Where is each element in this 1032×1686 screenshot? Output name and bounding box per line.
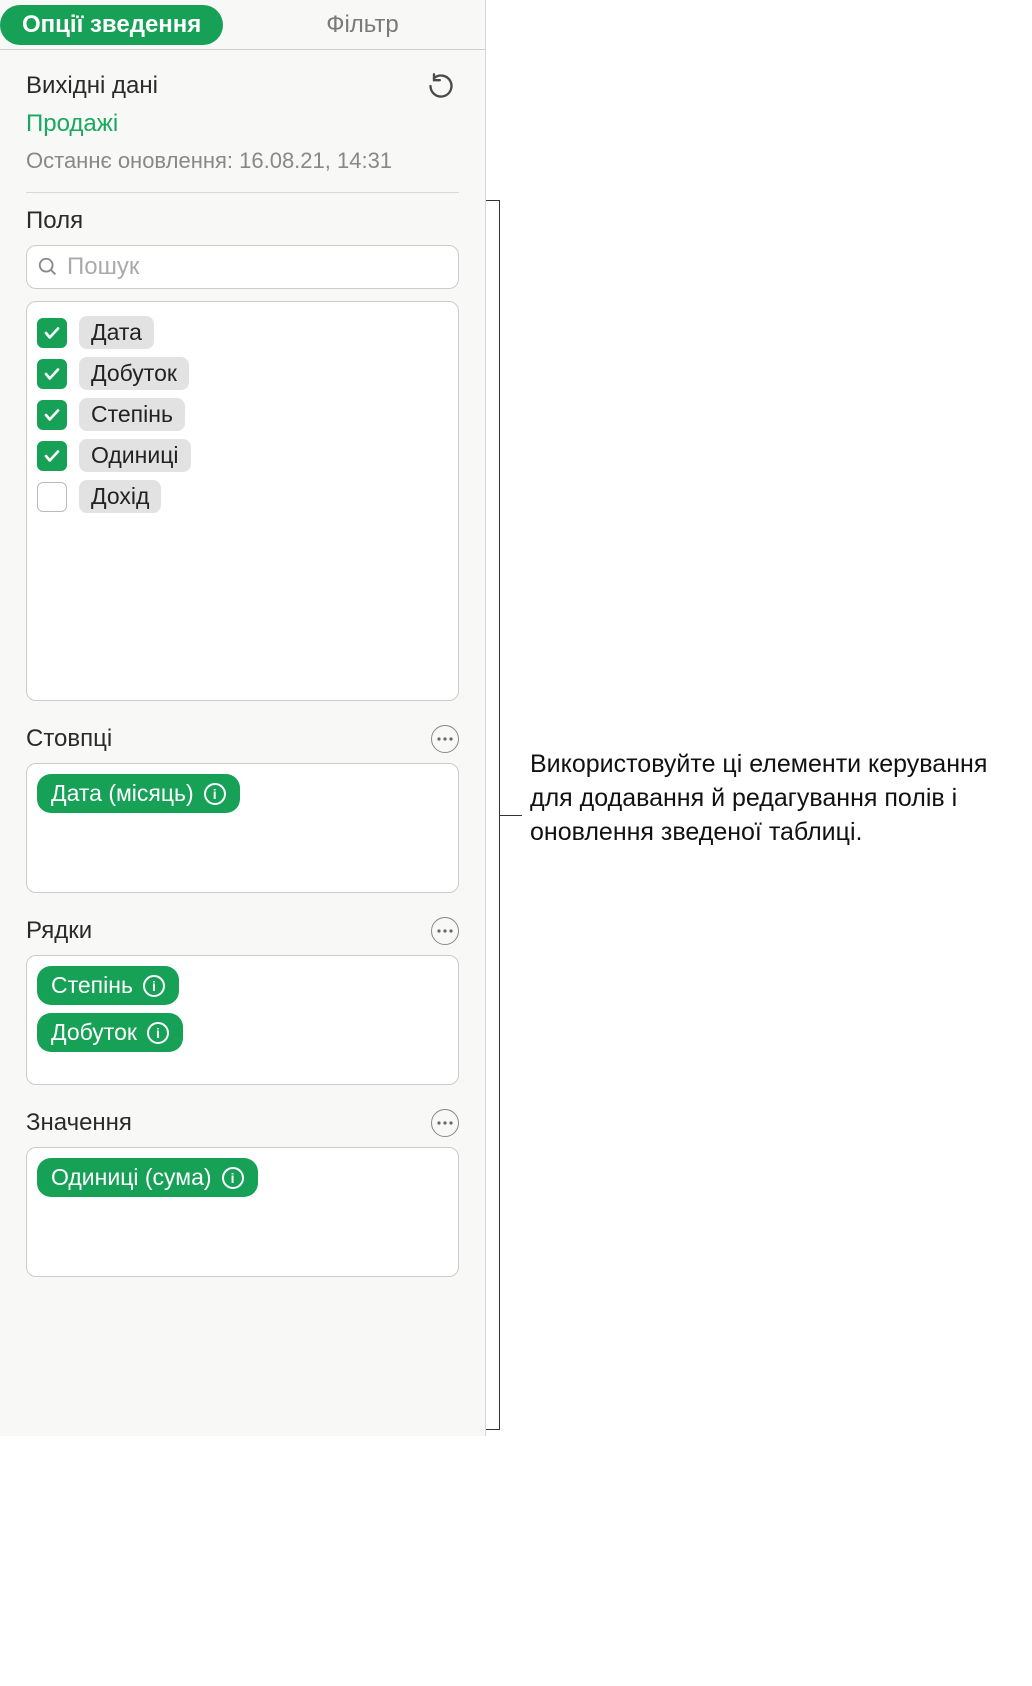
row-token[interactable]: Добуток i [37, 1013, 183, 1052]
tab-filter-label: Фільтр [326, 11, 399, 39]
callout-bracket [486, 200, 500, 1430]
checkmark-icon [43, 406, 61, 424]
values-more-button[interactable] [431, 1109, 459, 1137]
field-checkbox[interactable] [37, 359, 67, 389]
field-chip[interactable]: Добуток [79, 357, 189, 390]
token-label: Добуток [51, 1019, 137, 1046]
field-checkbox[interactable] [37, 441, 67, 471]
ellipsis-icon [437, 737, 453, 741]
field-checkbox[interactable] [37, 400, 67, 430]
callout-tick [500, 815, 522, 816]
rows-drop-zone[interactable]: Степінь i Добуток i [26, 955, 459, 1085]
search-icon [37, 256, 59, 278]
field-chip[interactable]: Одиниці [79, 439, 191, 472]
token-label: Дата (місяць) [51, 780, 194, 807]
fields-list: Дата Добуток Степінь Одиниці [26, 301, 459, 701]
columns-drop-zone[interactable]: Дата (місяць) i [26, 763, 459, 893]
divider [26, 192, 459, 193]
info-icon[interactable]: i [204, 783, 226, 805]
tab-bar: Опції зведення Фільтр [0, 0, 485, 50]
field-chip[interactable]: Степінь [79, 398, 185, 431]
field-row: Дохід [37, 476, 448, 517]
field-checkbox[interactable] [37, 318, 67, 348]
ellipsis-icon [437, 929, 453, 933]
source-title: Вихідні дані [26, 72, 158, 100]
info-icon[interactable]: i [143, 975, 165, 997]
token-label: Одиниці (сума) [51, 1164, 212, 1191]
tab-pivot-options-label: Опції зведення [0, 5, 223, 45]
rows-more-button[interactable] [431, 917, 459, 945]
row-token[interactable]: Степінь i [37, 966, 179, 1005]
tab-filter[interactable]: Фільтр [240, 0, 485, 49]
checkmark-icon [43, 324, 61, 342]
field-row: Степінь [37, 394, 448, 435]
rows-header: Рядки [26, 917, 459, 945]
panel-content: Вихідні дані Продажі Останнє оновлення: … [0, 50, 485, 1436]
column-token[interactable]: Дата (місяць) i [37, 774, 240, 813]
search-input[interactable] [67, 253, 448, 281]
ellipsis-icon [437, 1121, 453, 1125]
field-row: Добуток [37, 353, 448, 394]
values-label: Значення [26, 1109, 132, 1137]
callout-text: Використовуйте ці елементи керування для… [530, 748, 1020, 849]
field-chip[interactable]: Дохід [79, 480, 161, 513]
search-field-wrap[interactable] [26, 245, 459, 289]
refresh-button[interactable] [423, 68, 459, 104]
source-last-updated: Останнє оновлення: 16.08.21, 14:31 [26, 148, 459, 174]
refresh-icon [427, 72, 455, 100]
columns-label: Стовпці [26, 725, 112, 753]
info-icon[interactable]: i [222, 1167, 244, 1189]
info-icon[interactable]: i [147, 1022, 169, 1044]
fields-label: Поля [26, 207, 459, 235]
field-chip[interactable]: Дата [79, 316, 154, 349]
source-name[interactable]: Продажі [26, 110, 459, 138]
value-token[interactable]: Одиниці (сума) i [37, 1158, 258, 1197]
checkmark-icon [43, 447, 61, 465]
values-drop-zone[interactable]: Одиниці (сума) i [26, 1147, 459, 1277]
pivot-options-panel: Опції зведення Фільтр Вихідні дані Прода… [0, 0, 486, 1436]
columns-more-button[interactable] [431, 725, 459, 753]
callout: Використовуйте ці елементи керування для… [500, 200, 1030, 1430]
field-row: Дата [37, 312, 448, 353]
field-row: Одиниці [37, 435, 448, 476]
tab-pivot-options[interactable]: Опції зведення [0, 0, 240, 49]
field-checkbox[interactable] [37, 482, 67, 512]
columns-header: Стовпці [26, 725, 459, 753]
source-header: Вихідні дані [26, 68, 459, 104]
rows-label: Рядки [26, 917, 92, 945]
values-header: Значення [26, 1109, 459, 1137]
checkmark-icon [43, 365, 61, 383]
token-label: Степінь [51, 972, 133, 999]
